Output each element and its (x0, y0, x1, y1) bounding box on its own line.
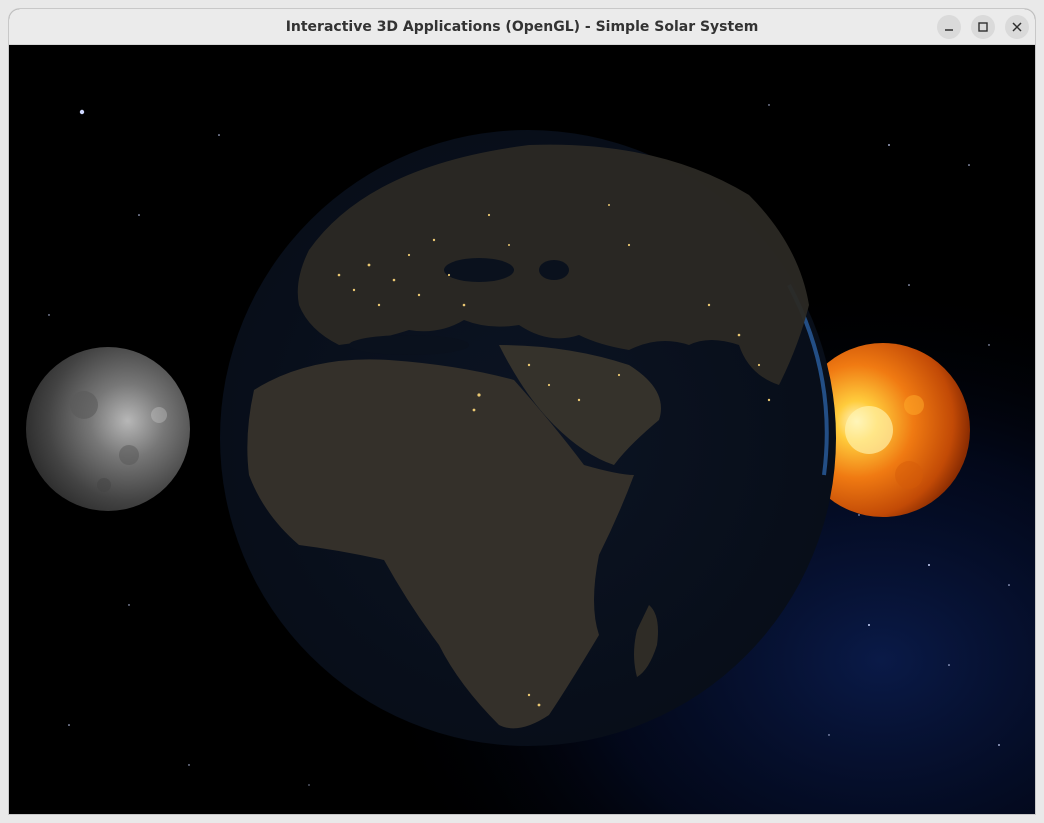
close-button[interactable] (1005, 15, 1029, 39)
window-title: Interactive 3D Applications (OpenGL) - S… (285, 19, 759, 35)
solar-system-scene (9, 45, 1035, 814)
close-icon (1012, 22, 1022, 32)
earth[interactable] (220, 130, 836, 746)
minimize-button[interactable] (937, 15, 961, 39)
moon[interactable] (26, 347, 190, 511)
app-window: Interactive 3D Applications (OpenGL) - S… (9, 9, 1035, 814)
opengl-viewport[interactable] (9, 45, 1035, 814)
maximize-icon (978, 22, 988, 32)
maximize-button[interactable] (971, 15, 995, 39)
minimize-icon (945, 29, 953, 31)
title-bar[interactable]: Interactive 3D Applications (OpenGL) - S… (9, 9, 1035, 45)
